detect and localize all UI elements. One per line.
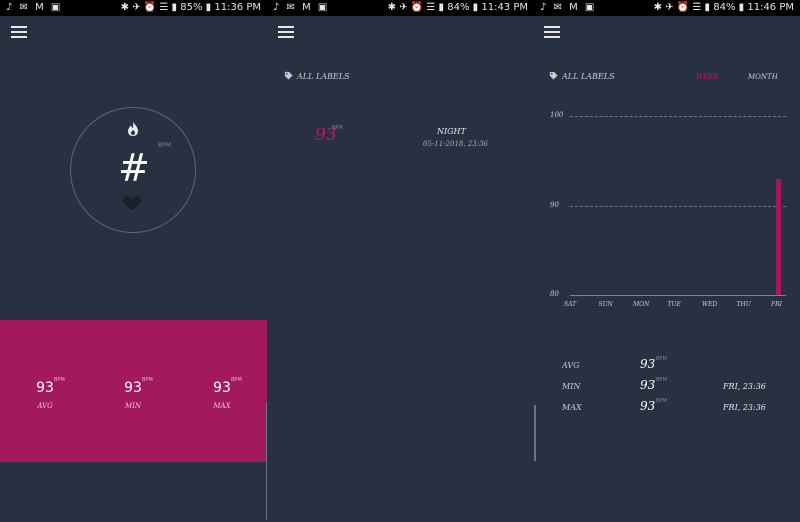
label-filter[interactable]: ALL LABELS bbox=[549, 71, 615, 81]
grid-line bbox=[570, 116, 786, 117]
stat-label: MAX bbox=[213, 402, 231, 410]
screen-history: ♪ ✉ M ▣ ✱ ✈ ⏰ ☰ ▮ 84% ▮ 11:43 PM ALL LAB… bbox=[267, 0, 534, 522]
hamburger-menu-icon[interactable] bbox=[278, 26, 294, 38]
bpm-unit: BPM bbox=[158, 142, 171, 149]
heart-icon bbox=[123, 196, 141, 210]
summary-label: MIN bbox=[562, 382, 581, 391]
stat-avg: 93 BPM AVG bbox=[20, 377, 70, 410]
notification-icons: ♪ ✉ M ▣ bbox=[540, 2, 597, 13]
summary-unit: BPM bbox=[656, 398, 667, 404]
stat-max: 93 BPM MAX bbox=[197, 377, 247, 410]
summary-value: 93 bbox=[640, 357, 656, 371]
x-tick-label: WED bbox=[702, 301, 718, 308]
notification-icons: ♪ ✉ M ▣ bbox=[6, 2, 63, 13]
x-tick-label: TUE bbox=[667, 301, 681, 308]
stat-label: AVG bbox=[37, 402, 53, 410]
flame-icon bbox=[128, 122, 138, 136]
x-tick-label: SAT bbox=[564, 301, 577, 308]
summary-label: AVG bbox=[562, 361, 580, 370]
status-bar: ♪ ✉ M ▣ ✱ ✈ ⏰ ☰ ▮ 85% ▮ 11:36 PM bbox=[0, 0, 267, 16]
x-tick-label: SUN bbox=[598, 301, 613, 308]
screenshot-collage: ♪ ✉ M ▣ ✱ ✈ ⏰ ☰ ▮ 85% ▮ 11:36 PM # BPM 9… bbox=[0, 0, 800, 522]
x-axis bbox=[570, 295, 786, 296]
status-right: ✱ ✈ ⏰ ☰ ▮ 84% ▮ 11:46 PM bbox=[653, 2, 794, 13]
y-tick-label: 80 bbox=[550, 290, 559, 298]
summary-value: 93 bbox=[640, 399, 656, 413]
grid-line bbox=[570, 205, 786, 207]
x-tick-label: FRI bbox=[771, 301, 783, 308]
filter-label: ALL LABELS bbox=[562, 72, 615, 81]
status-time: 11:36 PM bbox=[214, 2, 261, 13]
summary-date: FRI, 23:36 bbox=[723, 382, 766, 391]
screen-live-measure: ♪ ✉ M ▣ ✱ ✈ ⏰ ☰ ▮ 85% ▮ 11:36 PM # BPM 9… bbox=[0, 0, 267, 522]
battery-level: 84% bbox=[713, 2, 736, 13]
stat-unit: BPM bbox=[54, 377, 65, 383]
y-tick-label: 90 bbox=[550, 200, 559, 209]
hamburger-menu-icon[interactable] bbox=[11, 26, 27, 38]
status-bar: ♪ ✉ M ▣ ✱ ✈ ⏰ ☰ ▮ 84% ▮ 11:43 PM bbox=[267, 0, 534, 16]
week-toggle[interactable]: WEEK bbox=[696, 73, 719, 81]
summary-date: FRI, 23:36 bbox=[723, 403, 766, 412]
x-tick-label: THU bbox=[736, 301, 751, 308]
status-time: 11:43 PM bbox=[481, 2, 528, 13]
scrollbar[interactable] bbox=[534, 405, 536, 461]
hamburger-menu-icon[interactable] bbox=[544, 26, 560, 38]
heart-rate-value: # bbox=[118, 146, 150, 190]
screen-statistics: ♪ ✉ M ▣ ✱ ✈ ⏰ ☰ ▮ 84% ▮ 11:46 PM ALL LAB… bbox=[534, 0, 800, 522]
summary-value: 93 bbox=[640, 378, 656, 392]
record-label: NIGHT bbox=[437, 127, 466, 136]
record-date: 05-11-2018, 23:36 bbox=[423, 140, 488, 148]
stat-min: 93 BPM MIN bbox=[108, 377, 158, 410]
summary-unit: BPM bbox=[656, 356, 667, 362]
label-filter[interactable]: ALL LABELS bbox=[284, 71, 350, 81]
summary-unit: BPM bbox=[656, 377, 667, 383]
status-time: 11:46 PM bbox=[747, 2, 794, 13]
status-right: ✱ ✈ ⏰ ☰ ▮ 84% ▮ 11:43 PM bbox=[387, 2, 528, 13]
tag-icon bbox=[284, 71, 293, 80]
record-unit: BPM bbox=[332, 125, 343, 131]
status-right: ✱ ✈ ⏰ ☰ ▮ 85% ▮ 11:36 PM bbox=[120, 2, 261, 13]
month-toggle[interactable]: MONTH bbox=[748, 73, 778, 81]
tag-icon bbox=[549, 71, 558, 80]
y-tick-label: 100 bbox=[550, 111, 564, 119]
battery-level: 85% bbox=[180, 2, 203, 13]
stat-label: MIN bbox=[124, 402, 142, 410]
x-tick-label: MON bbox=[633, 301, 650, 308]
summary-label: MAX bbox=[562, 403, 582, 412]
bar-fri[interactable] bbox=[776, 178, 781, 295]
filter-label: ALL LABELS bbox=[297, 72, 350, 81]
notification-icons: ♪ ✉ M ▣ bbox=[273, 2, 330, 13]
stat-unit: BPM bbox=[142, 377, 153, 383]
battery-level: 84% bbox=[447, 2, 470, 13]
stat-unit: BPM bbox=[231, 377, 242, 383]
status-bar: ♪ ✉ M ▣ ✱ ✈ ⏰ ☰ ▮ 84% ▮ 11:46 PM bbox=[534, 0, 800, 16]
